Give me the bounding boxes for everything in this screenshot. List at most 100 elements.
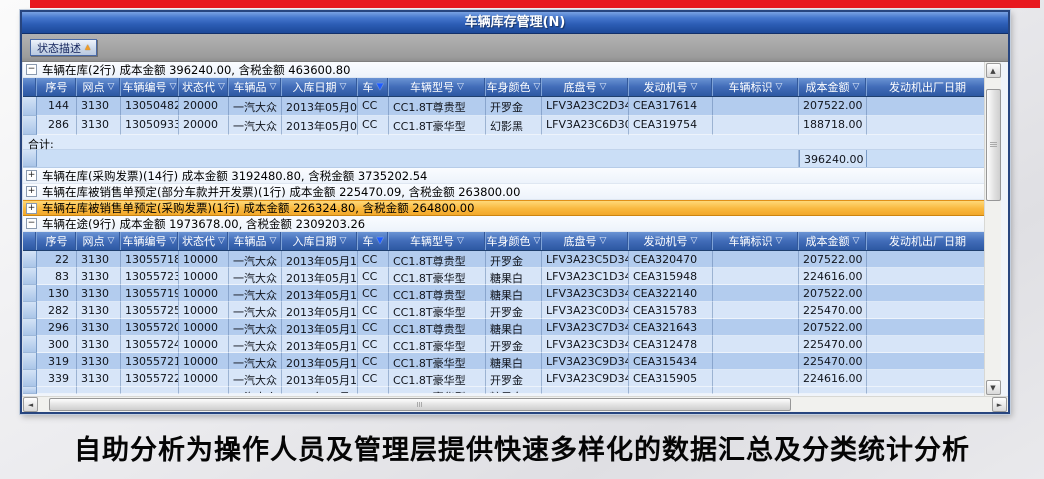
table-row[interactable]: 33931301305572210000一汽大众2013年05月15CCCC1.… xyxy=(23,370,984,387)
table-cell xyxy=(867,268,984,285)
horizontal-scroll-thumb[interactable] xyxy=(49,398,791,411)
column-header-0[interactable]: 序号 xyxy=(37,78,77,96)
filter-icon[interactable]: ▽ xyxy=(218,237,225,246)
filter-icon[interactable]: ▽ xyxy=(170,237,177,246)
table-cell: 13055719 xyxy=(121,285,179,302)
column-header-10[interactable]: 发动机号▽ xyxy=(629,232,713,250)
filter-icon[interactable]: ▽ xyxy=(600,237,607,246)
column-header-10[interactable]: 发动机号▽ xyxy=(629,78,713,96)
table-row[interactable]: 8331301305572310000一汽大众2013年05月15CCCC1.8… xyxy=(23,268,984,285)
column-header-1[interactable]: 网点▽ xyxy=(77,78,121,96)
column-header-5[interactable]: 入库日期▽ xyxy=(282,78,358,96)
column-header-11[interactable]: 车辆标识▽ xyxy=(713,78,799,96)
vertical-scrollbar[interactable]: ▲ ▼ xyxy=(984,62,1001,396)
table-row[interactable]: 14431301305048220000一汽大众2013年05月03CCCC1.… xyxy=(23,97,984,116)
row-indicator[interactable] xyxy=(23,116,37,135)
filter-icon[interactable]: ▽ xyxy=(340,83,347,92)
filter-icon[interactable]: ▽ xyxy=(534,237,541,246)
row-indicator[interactable] xyxy=(23,97,37,116)
column-header-1[interactable]: 网点▽ xyxy=(77,232,121,250)
column-header-5[interactable]: 入库日期▽ xyxy=(282,232,358,250)
filter-icon[interactable]: ▽ xyxy=(270,83,277,92)
filter-icon[interactable]: ▽ xyxy=(340,237,347,246)
column-header-6[interactable]: 车▼ xyxy=(358,78,389,96)
table-cell: 224616.00 xyxy=(799,370,867,387)
table-row[interactable]: 31931301305572110000一汽大众2013年05月15CCCC1.… xyxy=(23,353,984,370)
column-header-label: 车 xyxy=(363,79,374,95)
column-header-7[interactable]: 车辆型号▽ xyxy=(389,232,486,250)
status-desc-button[interactable]: 状态描述 ▲ xyxy=(30,39,97,56)
filter-icon[interactable]: ▽ xyxy=(108,237,115,246)
column-header-2[interactable]: 车辆编号▽ xyxy=(121,78,179,96)
table-row[interactable]: 28231301305572510000一汽大众2013年05月15CCCC1.… xyxy=(23,302,984,319)
row-indicator[interactable] xyxy=(23,285,37,302)
table-cell: 糖果白 xyxy=(486,285,542,302)
filter-icon[interactable]: ▽ xyxy=(534,83,541,92)
column-header-6[interactable]: 车▼ xyxy=(358,232,389,250)
scroll-left-icon[interactable]: ◄ xyxy=(23,397,38,412)
group-header-row[interactable]: +车辆在库被销售单预定(部分车款并开发票)(1行) 成本金额 225470.09… xyxy=(23,184,984,200)
table-row[interactable]: 2231301305571810000一汽大众2013年05月15CCCC1.8… xyxy=(23,251,984,268)
table-row[interactable]: 30031301305572410000一汽大众2013年05月15CCCC1.… xyxy=(23,336,984,353)
filter-icon[interactable]: ▽ xyxy=(776,237,783,246)
group-header-row[interactable]: −车辆在途(9行) 成本金额 1973678.00, 含税金额 2309203.… xyxy=(23,216,984,232)
column-header-3[interactable]: 状态代▽ xyxy=(179,78,229,96)
group-header-row[interactable]: +车辆在库(采购发票)(14行) 成本金额 3192480.80, 含税金额 3… xyxy=(23,168,984,184)
column-header-9[interactable]: 底盘号▽ xyxy=(542,232,629,250)
group-header-row[interactable]: +车辆在库被销售单预定(采购发票)(1行) 成本金额 226324.80, 含税… xyxy=(23,200,984,216)
column-header-8[interactable]: 车身颜色▽ xyxy=(486,232,542,250)
column-header-12[interactable]: 成本金额▽ xyxy=(799,78,867,96)
row-indicator[interactable] xyxy=(23,336,37,353)
collapse-icon[interactable]: − xyxy=(26,64,37,75)
column-header-3[interactable]: 状态代▽ xyxy=(179,232,229,250)
filter-icon[interactable]: ▽ xyxy=(691,83,698,92)
column-header-2[interactable]: 车辆编号▽ xyxy=(121,232,179,250)
expand-icon[interactable]: + xyxy=(26,170,37,181)
column-header-0[interactable]: 序号 xyxy=(37,232,77,250)
table-row[interactable]: 29631301305572010000一汽大众2013年05月15CCCC1.… xyxy=(23,319,984,336)
column-header-7[interactable]: 车辆型号▽ xyxy=(389,78,486,96)
expand-icon[interactable]: + xyxy=(26,186,37,197)
column-header-4[interactable]: 车辆品▽ xyxy=(229,78,282,96)
filter-icon[interactable]: ▽ xyxy=(108,83,115,92)
column-header-13[interactable]: 发动机出厂日期 xyxy=(867,232,984,250)
row-indicator[interactable] xyxy=(23,353,37,370)
column-header-8[interactable]: 车身颜色▽ xyxy=(486,78,542,96)
row-indicator[interactable] xyxy=(23,370,37,387)
filter-icon[interactable]: ▽ xyxy=(170,83,177,92)
row-indicator[interactable] xyxy=(23,268,37,285)
table-row[interactable]: 13031301305571910000一汽大众2013年05月15CCCC1.… xyxy=(23,285,984,302)
expand-icon[interactable]: + xyxy=(26,203,37,214)
row-indicator[interactable] xyxy=(23,319,37,336)
table-cell: 2013年05月15 xyxy=(282,319,358,336)
table-row[interactable]: 28631301305093320000一汽大众2013年05月04CCCC1.… xyxy=(23,116,984,135)
table-row-partial[interactable]: 一汽大众2013年05月15CC1.8T豪华型糖果白 xyxy=(23,387,984,394)
filter-icon[interactable]: ▽ xyxy=(853,237,860,246)
column-header-9[interactable]: 底盘号▽ xyxy=(542,78,629,96)
scroll-up-icon[interactable]: ▲ xyxy=(986,63,1001,78)
filter-icon[interactable]: ▼ xyxy=(377,83,384,92)
filter-icon[interactable]: ▽ xyxy=(457,237,464,246)
collapse-icon[interactable]: − xyxy=(26,218,37,229)
column-header-4[interactable]: 车辆品▽ xyxy=(229,232,282,250)
filter-icon[interactable]: ▽ xyxy=(218,83,225,92)
row-indicator[interactable] xyxy=(23,251,37,268)
filter-icon[interactable]: ▼ xyxy=(377,237,384,246)
row-indicator[interactable] xyxy=(23,387,37,394)
scroll-right-icon[interactable]: ► xyxy=(992,397,1007,412)
column-header-label: 车辆编号 xyxy=(123,79,167,95)
filter-icon[interactable]: ▽ xyxy=(853,83,860,92)
column-header-13[interactable]: 发动机出厂日期 xyxy=(867,78,984,96)
filter-icon[interactable]: ▽ xyxy=(691,237,698,246)
row-indicator[interactable] xyxy=(23,302,37,319)
group-header-row[interactable]: −车辆在库(2行) 成本金额 396240.00, 含税金额 463600.80 xyxy=(23,62,984,78)
filter-icon[interactable]: ▽ xyxy=(776,83,783,92)
filter-icon[interactable]: ▽ xyxy=(457,83,464,92)
filter-icon[interactable]: ▽ xyxy=(600,83,607,92)
filter-icon[interactable]: ▽ xyxy=(270,237,277,246)
vertical-scroll-thumb[interactable] xyxy=(986,89,1001,201)
column-header-11[interactable]: 车辆标识▽ xyxy=(713,232,799,250)
horizontal-scrollbar[interactable]: ◄ ► xyxy=(22,396,1008,412)
scroll-down-icon[interactable]: ▼ xyxy=(986,380,1001,395)
column-header-12[interactable]: 成本金额▽ xyxy=(799,232,867,250)
